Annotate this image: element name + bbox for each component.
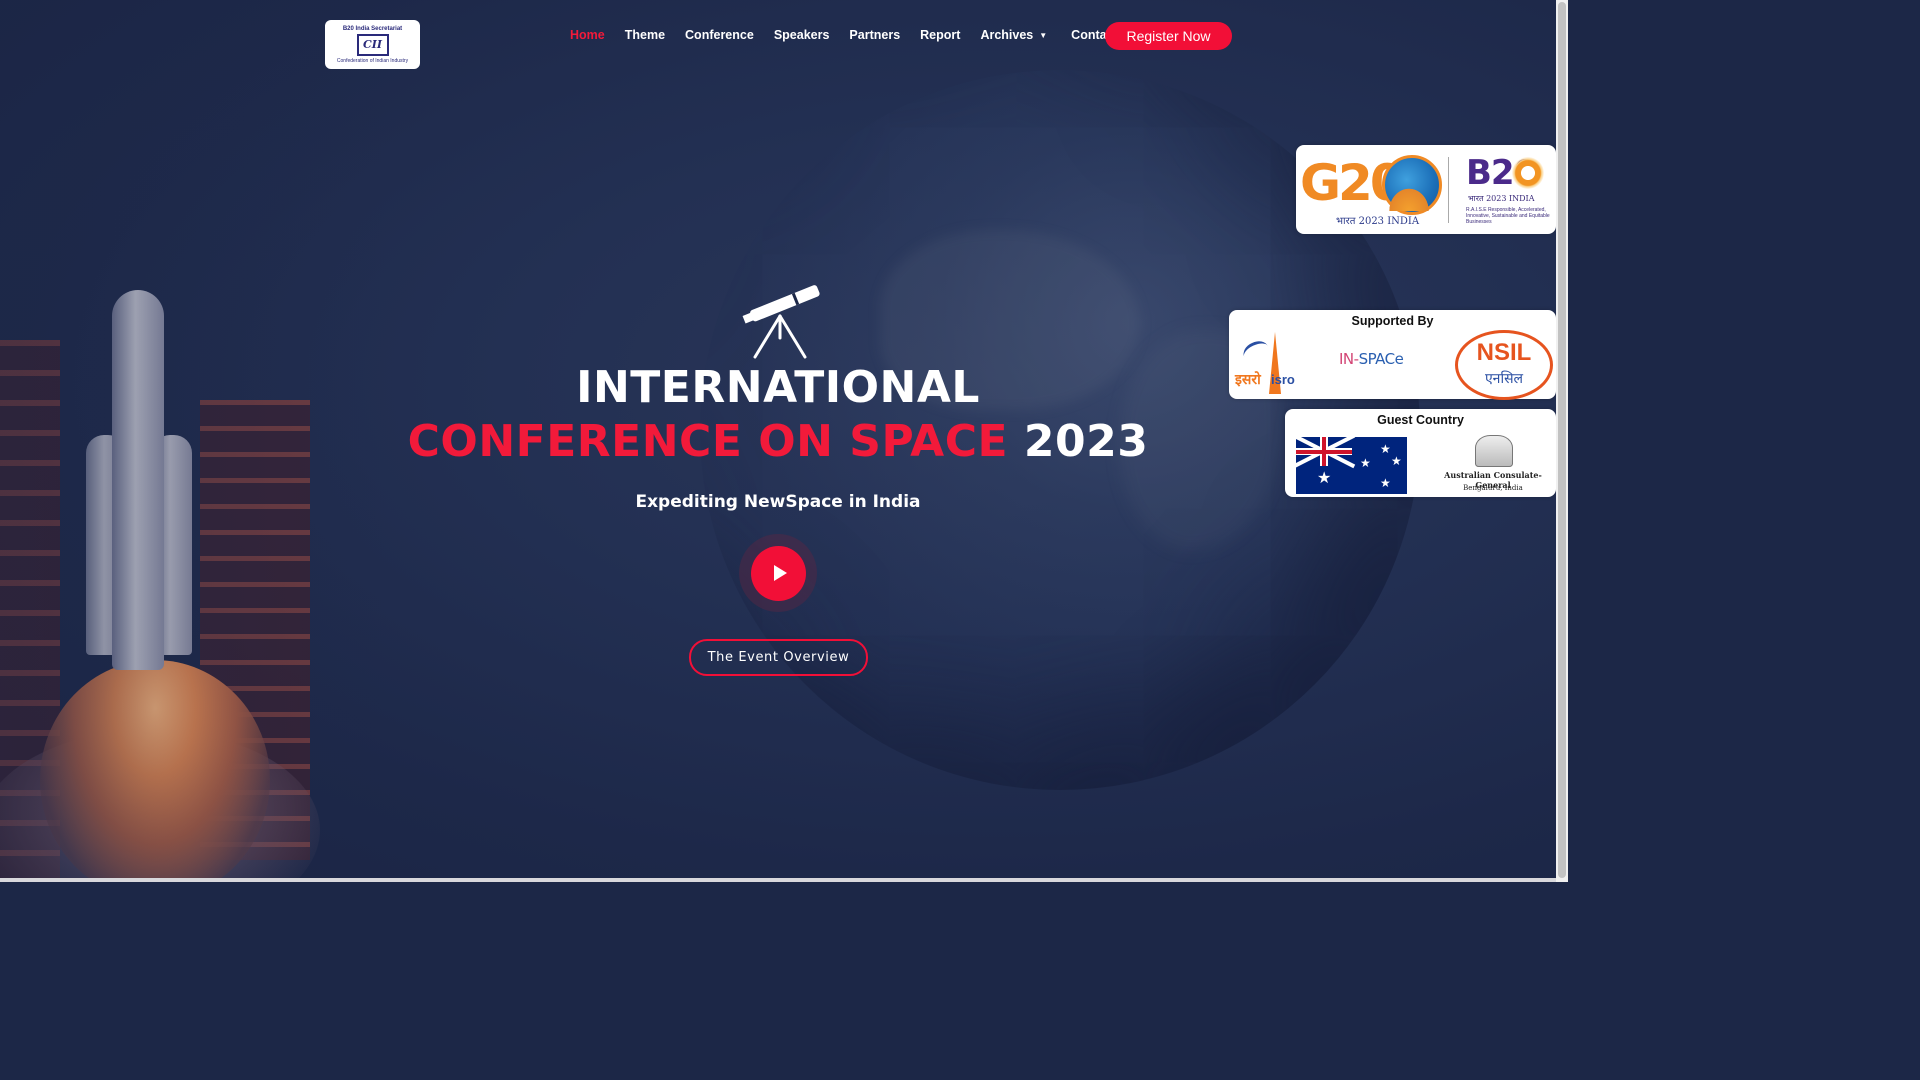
sun-icon	[1512, 157, 1544, 189]
hero-subtitle: Expediting NewSpace in India	[635, 492, 921, 512]
play-video-button[interactable]	[750, 545, 806, 601]
supported-by-title: Supported By	[1351, 314, 1434, 328]
scrollbar-thumb[interactable]	[1558, 2, 1566, 878]
g20-b20-logos-panel: G20 भारत 2023 INDIA B20 भारत 2023 INDIA …	[1296, 145, 1556, 234]
nav-conference[interactable]: Conference	[685, 28, 754, 42]
hero-page: B20 India Secretariat CII Confederation …	[0, 0, 1568, 882]
hero-title-red: CONFERENCE ON SPACE	[407, 416, 1009, 467]
nav-archives-label: Archives	[980, 28, 1034, 42]
g20-subtitle: भारत 2023 INDIA	[1336, 216, 1420, 227]
logo-bottom-text: Confederation of Indian Industry	[336, 57, 409, 64]
main-nav: Home Theme Conference Speakers Partners …	[560, 26, 1128, 44]
g20-logo: G20 भारत 2023 INDIA	[1300, 155, 1445, 230]
lotus-icon	[1386, 185, 1432, 211]
nav-report[interactable]: Report	[920, 28, 960, 42]
b20-raise-text: R.A.I.S.E Responsible, Accelerated, Inno…	[1466, 207, 1550, 225]
nav-home[interactable]: Home	[570, 28, 605, 42]
nav-archives[interactable]: Archives ▼	[980, 28, 1047, 42]
star-icon: ★	[1380, 476, 1391, 490]
star-icon: ★	[1317, 470, 1332, 487]
b20-subtitle: भारत 2023 INDIA	[1468, 194, 1535, 203]
page-bottom-edge	[0, 878, 1556, 882]
logo-top-text: B20 India Secretariat	[342, 25, 403, 32]
chevron-down-icon: ▼	[1039, 31, 1048, 41]
nav-speakers[interactable]: Speakers	[774, 28, 830, 42]
hero-title-line2: CONFERENCE ON SPACE 2023	[0, 416, 1556, 467]
hero-title-line1: INTERNATIONAL	[576, 362, 980, 413]
b20-logo: B20 भारत 2023 INDIA R.A.I.S.E Responsibl…	[1464, 153, 1554, 228]
hero-title-year: 2023	[1023, 416, 1149, 467]
logo-divider	[1448, 157, 1449, 223]
nav-theme[interactable]: Theme	[625, 28, 665, 42]
event-overview-button[interactable]: The Event Overview	[689, 639, 868, 676]
play-button-ring	[739, 534, 817, 612]
telescope-icon	[742, 285, 820, 359]
register-now-button[interactable]: Register Now	[1105, 22, 1232, 50]
logo-mark: CII	[356, 33, 389, 56]
nav-partners[interactable]: Partners	[849, 28, 900, 42]
rocket-core	[112, 290, 164, 670]
scrollbar[interactable]	[1556, 0, 1568, 882]
cii-logo[interactable]: B20 India Secretariat CII Confederation …	[325, 20, 420, 69]
consulate-city: Bengaluru, India	[1463, 484, 1523, 492]
play-icon	[773, 565, 787, 581]
